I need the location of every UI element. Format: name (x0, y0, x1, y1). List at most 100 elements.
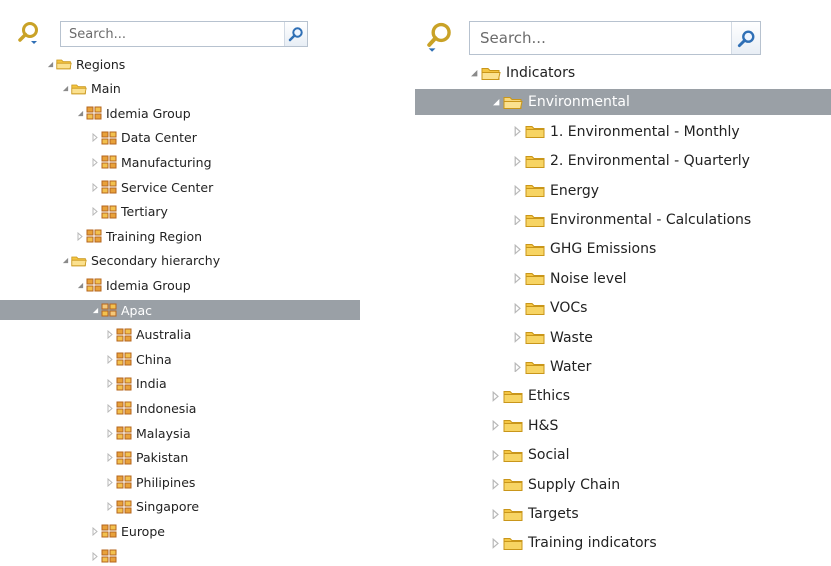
tree-node-label[interactable]: Idemia Group (104, 278, 191, 293)
tree-node-selected[interactable]: Environmental (415, 89, 831, 116)
tree-node-label[interactable]: Energy (548, 183, 599, 199)
collapse-triangle-icon[interactable] (89, 152, 101, 172)
indicators-search-button[interactable] (731, 22, 760, 54)
tree-node[interactable]: Pakistan (0, 448, 360, 468)
collapse-triangle-icon[interactable] (89, 128, 101, 148)
tree-node[interactable]: Europe (0, 521, 360, 541)
tree-node-label[interactable]: Manufacturing (119, 155, 212, 170)
tree-node[interactable]: Energy (415, 178, 831, 204)
tree-node-label[interactable]: Europe (119, 524, 165, 539)
tree-node-label[interactable]: H&S (526, 418, 558, 434)
collapse-triangle-icon[interactable] (489, 501, 503, 527)
collapse-triangle-icon[interactable] (104, 325, 116, 345)
collapse-triangle-icon[interactable] (489, 472, 503, 498)
tree-node[interactable]: H&S (415, 413, 831, 439)
tree-node-selected[interactable]: Apac (0, 300, 360, 320)
regions-search-field[interactable] (60, 21, 308, 47)
collapse-triangle-icon[interactable] (104, 472, 116, 492)
collapse-triangle-icon[interactable] (511, 119, 525, 145)
tree-node[interactable] (0, 546, 360, 566)
collapse-triangle-icon[interactable] (489, 530, 503, 556)
collapse-triangle-icon[interactable] (489, 442, 503, 468)
search-tool-icon[interactable] (16, 20, 44, 48)
tree-node[interactable]: Idemia Group (0, 103, 360, 123)
tree-node[interactable]: Philipines (0, 472, 360, 492)
tree-node[interactable]: Ethics (415, 383, 831, 409)
tree-node-label[interactable]: Training Region (104, 229, 202, 244)
tree-node[interactable]: Tertiary (0, 202, 360, 222)
expand-triangle-icon[interactable] (89, 300, 101, 320)
tree-node-label[interactable]: GHG Emissions (548, 241, 656, 257)
tree-node[interactable]: Water (415, 354, 831, 380)
collapse-triangle-icon[interactable] (511, 236, 525, 262)
tree-node[interactable]: Indicators (415, 60, 831, 86)
tree-node[interactable]: Service Center (0, 177, 360, 197)
tree-node-label[interactable]: Environmental - Calculations (548, 212, 751, 228)
tree-node-label[interactable]: India (134, 376, 167, 391)
tree-node[interactable]: Indonesia (0, 398, 360, 418)
tree-node[interactable]: Malaysia (0, 423, 360, 443)
tree-node-label[interactable]: Australia (134, 327, 191, 342)
expand-triangle-icon[interactable] (489, 89, 503, 115)
tree-node[interactable]: Manufacturing (0, 152, 360, 172)
collapse-triangle-icon[interactable] (104, 374, 116, 394)
tree-node-label[interactable]: Main (89, 81, 121, 96)
tree-node[interactable]: Main (0, 79, 360, 99)
tree-node-label[interactable]: Idemia Group (104, 106, 191, 121)
collapse-triangle-icon[interactable] (511, 178, 525, 204)
tree-node-label[interactable]: Data Center (119, 130, 197, 145)
collapse-triangle-icon[interactable] (489, 413, 503, 439)
tree-node-label[interactable]: Service Center (119, 180, 213, 195)
tree-node[interactable]: Social (415, 442, 831, 468)
tree-node-label[interactable]: 1. Environmental - Monthly (548, 124, 740, 140)
expand-triangle-icon[interactable] (44, 54, 56, 74)
tree-node-label[interactable]: Pakistan (134, 450, 188, 465)
regions-search-button[interactable] (284, 22, 307, 46)
collapse-triangle-icon[interactable] (74, 226, 86, 246)
tree-node[interactable]: Noise level (415, 266, 831, 292)
tree-node-label[interactable]: Secondary hierarchy (89, 253, 220, 268)
collapse-triangle-icon[interactable] (89, 546, 101, 566)
tree-node-label[interactable]: Targets (526, 506, 579, 522)
collapse-triangle-icon[interactable] (89, 177, 101, 197)
tree-node[interactable]: 1. Environmental - Monthly (415, 119, 831, 145)
expand-triangle-icon[interactable] (467, 60, 481, 86)
tree-node-label[interactable]: Ethics (526, 388, 570, 404)
tree-node-label[interactable]: Apac (119, 303, 152, 318)
tree-node-label[interactable]: Indonesia (134, 401, 196, 416)
tree-node-label[interactable]: 2. Environmental - Quarterly (548, 153, 750, 169)
tree-node[interactable]: 2. Environmental - Quarterly (415, 148, 831, 174)
tree-node[interactable]: Training Region (0, 226, 360, 246)
collapse-triangle-icon[interactable] (511, 207, 525, 233)
tree-node-label[interactable]: Malaysia (134, 426, 191, 441)
regions-search-input[interactable] (61, 22, 307, 46)
search-tool-icon[interactable] (425, 20, 457, 56)
tree-node-label[interactable]: China (134, 352, 172, 367)
tree-node[interactable]: China (0, 349, 360, 369)
collapse-triangle-icon[interactable] (511, 148, 525, 174)
collapse-triangle-icon[interactable] (511, 266, 525, 292)
tree-node-label[interactable]: Supply Chain (526, 477, 620, 493)
tree-node-label[interactable]: Singapore (134, 499, 199, 514)
tree-node[interactable]: GHG Emissions (415, 236, 831, 262)
indicators-search-field[interactable] (469, 21, 761, 55)
tree-node-label[interactable]: Indicators (504, 65, 575, 81)
tree-node[interactable]: Targets (415, 501, 831, 527)
tree-node-label[interactable]: Training indicators (526, 535, 657, 551)
expand-triangle-icon[interactable] (74, 275, 86, 295)
expand-triangle-icon[interactable] (74, 103, 86, 123)
expand-triangle-icon[interactable] (59, 79, 71, 99)
tree-node-label[interactable]: Environmental (526, 94, 630, 110)
tree-node[interactable]: India (0, 374, 360, 394)
tree-node[interactable]: Regions (0, 54, 360, 74)
tree-node-label[interactable]: Social (526, 447, 570, 463)
expand-triangle-icon[interactable] (59, 251, 71, 271)
collapse-triangle-icon[interactable] (104, 398, 116, 418)
tree-node[interactable]: Data Center (0, 128, 360, 148)
collapse-triangle-icon[interactable] (89, 202, 101, 222)
tree-node[interactable]: Australia (0, 325, 360, 345)
collapse-triangle-icon[interactable] (511, 325, 525, 351)
collapse-triangle-icon[interactable] (489, 383, 503, 409)
indicators-search-input[interactable] (470, 22, 760, 54)
collapse-triangle-icon[interactable] (104, 423, 116, 443)
